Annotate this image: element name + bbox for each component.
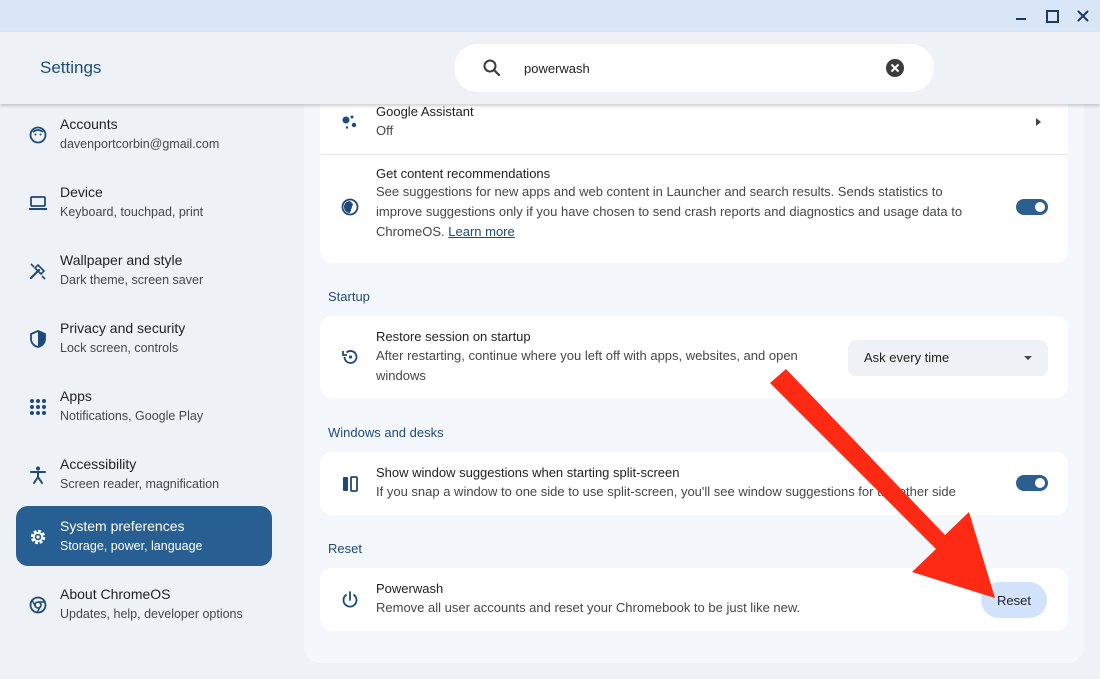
laptop-icon xyxy=(29,196,47,210)
row-subtitle: If you snap a window to one side to use … xyxy=(376,484,956,499)
account-face-icon xyxy=(29,126,47,144)
search-icon xyxy=(483,59,501,77)
sidebar-item-system-preferences[interactable]: System preferences Storage, power, langu… xyxy=(16,506,272,566)
sidebar-item-subtitle: Notifications, Google Play xyxy=(60,409,204,423)
row-title: Google Assistant xyxy=(376,104,474,119)
sidebar-item-title: Accessibility xyxy=(60,456,137,472)
chevron-right-icon xyxy=(1036,118,1041,126)
shield-icon xyxy=(30,330,46,348)
app-header: Settings xyxy=(0,32,1100,104)
sidebar-item-accounts[interactable]: Accounts davenportcorbin@gmail.com xyxy=(16,104,272,164)
sidebar-item-about-chromeos[interactable]: About ChromeOS Updates, help, developer … xyxy=(16,574,272,634)
row-title: Powerwash xyxy=(376,581,444,596)
apps-grid-icon xyxy=(30,399,46,415)
maximize-button[interactable] xyxy=(1043,7,1061,25)
recommendations-toggle[interactable] xyxy=(1016,199,1048,215)
row-title: Show window suggestions when starting sp… xyxy=(376,465,680,480)
dropdown-value: Ask every time xyxy=(864,350,950,365)
chrome-icon xyxy=(29,596,47,614)
clear-search-button[interactable] xyxy=(886,59,904,77)
sidebar-item-title: About ChromeOS xyxy=(60,586,171,602)
row-subtitle-line: improve suggestions only if you have cho… xyxy=(376,204,963,219)
row-title: Get content recommendations xyxy=(376,166,551,181)
row-subtitle-line: See suggestions for new apps and web con… xyxy=(376,184,943,199)
row-subtitle-line: After restarting, continue where you lef… xyxy=(376,348,798,363)
paint-brush-icon xyxy=(29,263,46,280)
accessibility-icon xyxy=(30,466,46,484)
row-subtitle: Remove all user accounts and reset your … xyxy=(376,600,801,615)
row-subtitle: Off xyxy=(376,123,394,138)
row-subtitle-line: windows xyxy=(376,368,426,383)
settings-main-panel: Google Assistant Off Get content recomme… xyxy=(304,92,1084,663)
row-subtitle-line: ChromeOS. Learn more xyxy=(376,222,515,242)
sidebar-item-subtitle: Lock screen, controls xyxy=(60,341,179,355)
sidebar-item-title: Apps xyxy=(60,388,92,404)
row-title: Restore session on startup xyxy=(376,329,531,344)
windows-card: Show window suggestions when starting sp… xyxy=(320,452,1068,515)
sidebar-item-title: Wallpaper and style xyxy=(60,252,183,268)
content-recommendations-row: Get content recommendations See suggesti… xyxy=(320,155,1068,259)
search-results-card: Google Assistant Off Get content recomme… xyxy=(320,92,1068,263)
recommendations-icon xyxy=(341,198,359,216)
section-title-startup: Startup xyxy=(328,289,370,304)
reset-card: Powerwash Remove all user accounts and r… xyxy=(320,568,1068,631)
search-input[interactable] xyxy=(524,57,864,79)
app-title: Settings xyxy=(40,58,102,77)
sidebar-item-title: Accounts xyxy=(60,116,118,132)
close-window-button[interactable] xyxy=(1074,7,1092,25)
startup-card: Restore session on startup After restart… xyxy=(320,316,1068,398)
sidebar-item-subtitle: Updates, help, developer options xyxy=(60,607,243,621)
learn-more-link[interactable]: Learn more xyxy=(448,224,514,239)
row-subtitle-text: ChromeOS. xyxy=(376,224,445,239)
sidebar-item-subtitle: Keyboard, touchpad, print xyxy=(60,205,204,219)
sidebar-item-title: System preferences xyxy=(60,518,185,534)
close-icon xyxy=(1077,10,1089,22)
reset-button[interactable]: Reset xyxy=(981,582,1047,618)
split-screen-icon xyxy=(343,476,358,492)
sidebar-item-title: Device xyxy=(60,184,103,200)
caret-down-icon xyxy=(1024,356,1032,360)
sidebar-item-wallpaper[interactable]: Wallpaper and style Dark theme, screen s… xyxy=(16,240,272,300)
sidebar-item-subtitle: davenportcorbin@gmail.com xyxy=(60,137,220,151)
minimize-button[interactable] xyxy=(1012,7,1030,25)
window-suggestions-toggle[interactable] xyxy=(1016,475,1048,491)
restore-session-dropdown[interactable]: Ask every time xyxy=(848,340,1048,376)
search-box[interactable] xyxy=(454,44,934,92)
power-icon xyxy=(342,591,358,608)
assistant-icon xyxy=(342,115,357,129)
restore-icon xyxy=(342,350,358,364)
sidebar-item-accessibility[interactable]: Accessibility Screen reader, magnificati… xyxy=(16,444,272,504)
sidebar-item-title: Privacy and security xyxy=(60,320,186,336)
title-bar xyxy=(0,0,1100,32)
gear-icon xyxy=(30,529,46,545)
sidebar-item-privacy[interactable]: Privacy and security Lock screen, contro… xyxy=(16,308,272,368)
section-title-windows-and-desks: Windows and desks xyxy=(328,425,444,440)
section-title-reset: Reset xyxy=(328,541,362,556)
sidebar-item-subtitle: Screen reader, magnification xyxy=(60,477,220,491)
sidebar-item-subtitle: Dark theme, screen saver xyxy=(60,273,204,287)
sidebar-item-device[interactable]: Device Keyboard, touchpad, print xyxy=(16,172,272,232)
sidebar-item-subtitle: Storage, power, language xyxy=(60,539,203,553)
sidebar-item-apps[interactable]: Apps Notifications, Google Play xyxy=(16,376,272,436)
